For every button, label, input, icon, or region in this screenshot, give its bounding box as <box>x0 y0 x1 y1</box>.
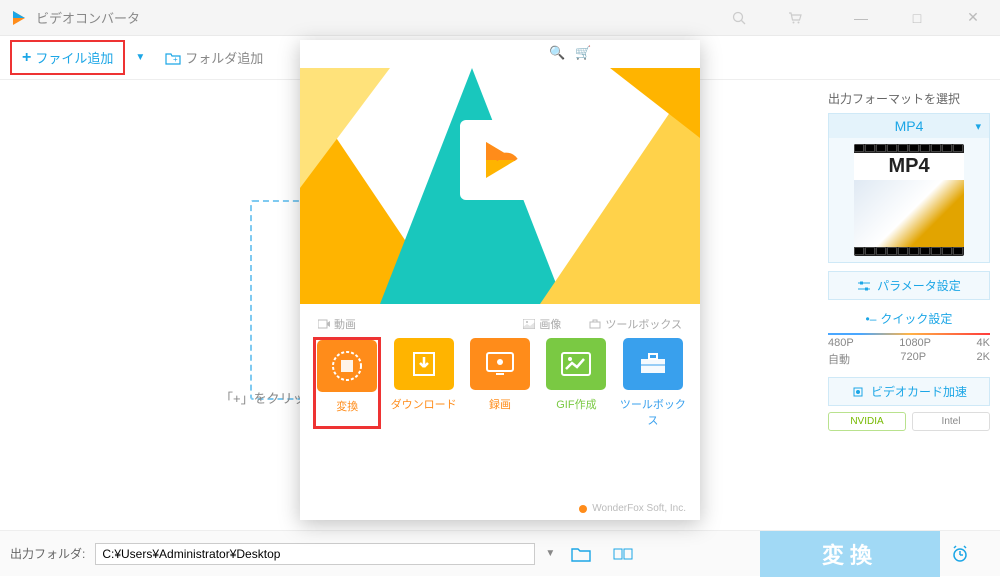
quick-settings: •–クイック設定 480P1080P4K 自動720P2K <box>828 310 990 367</box>
chip-icon <box>851 385 865 399</box>
maximize-button[interactable]: □ <box>900 10 934 26</box>
res-row2: 自動720P2K <box>828 351 990 367</box>
browse-folder-icon[interactable] <box>565 540 597 568</box>
output-format-title: 出力フォーマットを選択 <box>828 90 990 107</box>
modal-menu-icon[interactable]: ☰ <box>636 45 648 61</box>
gpu-chips: NVIDIA Intel <box>828 412 990 431</box>
tile-record-label: 録画 <box>467 396 533 412</box>
tile-convert[interactable]: 変換 <box>314 338 380 428</box>
modal-hero-logo <box>460 120 540 200</box>
close-button[interactable]: ✕ <box>956 9 990 26</box>
alarm-icon[interactable] <box>950 544 990 564</box>
convert-button[interactable]: 変換 <box>760 531 940 577</box>
toolbox-icon <box>623 338 683 390</box>
modal-logo-icon <box>308 46 322 60</box>
cat-image: 画像 <box>523 316 561 332</box>
gpu-accel-button[interactable]: ビデオカード加速 <box>828 377 990 406</box>
intel-chip[interactable]: Intel <box>912 412 990 431</box>
convert-icon <box>317 340 377 392</box>
tile-download-label: ダウンロード <box>390 396 456 412</box>
format-thumb: MP4 <box>829 138 989 262</box>
output-path-input[interactable] <box>95 543 535 565</box>
modal-footer-text: WonderFox Soft, Inc. <box>592 503 686 514</box>
tile-gif-label: GIF作成 <box>543 396 609 412</box>
resolution-slider[interactable] <box>828 333 990 335</box>
cat-tools: ツールボックス <box>589 316 682 332</box>
sliders-icon <box>857 280 871 292</box>
modal-hero: HD Video Converter Factory Pro 🔍 🛒 | ⚙ ☰… <box>300 40 700 304</box>
gif-icon <box>546 338 606 390</box>
add-file-dropdown[interactable]: ▼ <box>129 52 151 63</box>
add-folder-label: フォルダ追加 <box>185 48 263 67</box>
add-file-button[interactable]: + ファイル追加 <box>10 40 125 75</box>
app-title: ビデオコンバータ <box>36 8 140 27</box>
format-preview-image <box>854 180 964 247</box>
merge-icon[interactable] <box>607 540 639 568</box>
modal-title: HD Video Converter Factory Pro <box>328 47 486 59</box>
tile-tools[interactable]: ツールボックス <box>620 338 686 428</box>
chevron-down-icon: ▾ <box>975 120 981 133</box>
output-folder-label: 出力フォルダ: <box>10 545 85 562</box>
gpu-label: ビデオカード加速 <box>871 383 967 400</box>
modal-cart-icon[interactable]: 🛒 <box>575 45 591 61</box>
path-dropdown[interactable]: ▼ <box>545 548 555 559</box>
app-logo-icon <box>10 9 28 27</box>
search-icon[interactable] <box>732 11 766 25</box>
modal-gear-icon[interactable]: ⚙ <box>615 45 627 61</box>
modal-footer: WonderFox Soft, Inc. <box>314 495 686 514</box>
titlebar: ビデオコンバータ — □ ✕ <box>0 0 1000 36</box>
modal-search-icon[interactable]: 🔍 <box>549 45 565 61</box>
format-head[interactable]: MP4 ▾ <box>829 114 989 138</box>
tile-download[interactable]: ダウンロード <box>390 338 456 428</box>
bottombar: 出力フォルダ: ▼ 変換 <box>0 530 1000 576</box>
plus-icon: + <box>22 49 31 67</box>
sidebar: 出力フォーマットを選択 MP4 ▾ MP4 パラメータ設定 •–クイック設定 4… <box>828 90 990 431</box>
tile-tools-label: ツールボックス <box>620 396 686 428</box>
record-icon <box>470 338 530 390</box>
add-folder-button[interactable]: + フォルダ追加 <box>155 42 273 73</box>
format-name: MP4 <box>895 118 924 134</box>
tile-gif[interactable]: GIF作成 <box>543 338 609 428</box>
launcher-modal: HD Video Converter Factory Pro 🔍 🛒 | ⚙ ☰… <box>300 40 700 520</box>
modal-minimize-button[interactable]: — <box>658 46 671 61</box>
tile-convert-label: 変換 <box>314 398 380 414</box>
format-badge: MP4 <box>854 153 964 180</box>
parameter-settings-button[interactable]: パラメータ設定 <box>828 271 990 300</box>
res-row1: 480P1080P4K <box>828 337 990 349</box>
cat-video: 動画 <box>318 316 356 332</box>
format-selector[interactable]: MP4 ▾ MP4 <box>828 113 990 263</box>
quick-title: •–クイック設定 <box>828 310 990 327</box>
svg-text:+: + <box>173 55 178 64</box>
add-file-label: ファイル追加 <box>35 48 113 67</box>
modal-close-button[interactable]: ✕ <box>681 45 692 61</box>
download-icon <box>394 338 454 390</box>
tile-record[interactable]: 録画 <box>467 338 533 428</box>
cart-icon[interactable] <box>788 11 822 25</box>
nvidia-chip[interactable]: NVIDIA <box>828 412 906 431</box>
minimize-button[interactable]: — <box>844 10 878 26</box>
modal-categories: 動画 画像 ツールボックス <box>314 312 686 338</box>
wonderfox-icon <box>578 504 588 514</box>
param-label: パラメータ設定 <box>877 277 961 294</box>
folder-plus-icon: + <box>165 51 181 65</box>
